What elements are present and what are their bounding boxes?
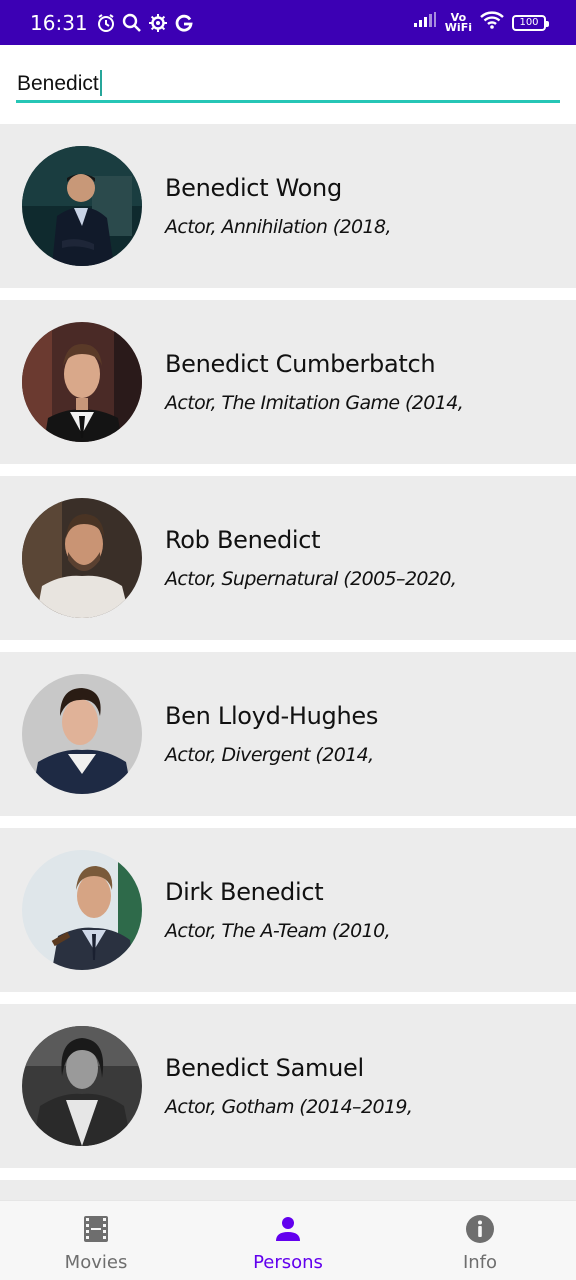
person-avatar bbox=[22, 1026, 142, 1146]
person-card[interactable]: Benedict Samuel Actor, Gotham (2014–2019… bbox=[0, 1004, 576, 1168]
nav-movies-label: Movies bbox=[64, 1252, 128, 1273]
status-bar: 16:31 Vo WiFi 100 bbox=[0, 0, 576, 45]
person-role: Actor, Annihilation (2018, bbox=[165, 216, 392, 238]
person-card[interactable]: Benedict Wong Actor, Annihilation (2018, bbox=[0, 124, 576, 288]
person-role: Actor, The A-Team (2010, bbox=[165, 920, 391, 942]
search-input-value: Benedict bbox=[17, 72, 99, 95]
status-time: 16:31 bbox=[30, 10, 88, 35]
status-bar-right: Vo WiFi 100 bbox=[413, 10, 549, 34]
nav-persons-label: Persons bbox=[253, 1252, 323, 1273]
status-bar-left: 16:31 bbox=[30, 11, 194, 35]
nav-persons[interactable]: Persons bbox=[192, 1201, 384, 1280]
vowifi-label: Vo WiFi bbox=[444, 10, 472, 34]
person-card[interactable]: Benedict Cumberbatch Actor, The Imitatio… bbox=[0, 300, 576, 464]
bottom-navigation: Movies Persons Info bbox=[0, 1200, 576, 1280]
persons-list[interactable]: Benedict Wong Actor, Annihilation (2018,… bbox=[0, 124, 576, 1200]
person-name: Benedict Wong bbox=[165, 174, 342, 202]
person-name: Dirk Benedict bbox=[165, 878, 324, 906]
person-card-partial[interactable] bbox=[0, 1180, 576, 1200]
person-role: Actor, Supernatural (2005–2020, bbox=[165, 568, 457, 590]
nav-movies[interactable]: Movies bbox=[0, 1201, 192, 1280]
google-icon bbox=[174, 13, 194, 33]
person-name: Rob Benedict bbox=[165, 526, 321, 554]
wifi-icon bbox=[480, 11, 504, 34]
person-name: Benedict Samuel bbox=[165, 1054, 364, 1082]
person-card[interactable]: Dirk Benedict Actor, The A-Team (2010, bbox=[0, 828, 576, 992]
person-card[interactable]: Rob Benedict Actor, Supernatural (2005–2… bbox=[0, 476, 576, 640]
settings-icon bbox=[148, 13, 168, 33]
text-caret bbox=[99, 70, 102, 96]
info-icon bbox=[465, 1214, 495, 1244]
battery-icon: 100 bbox=[512, 14, 549, 31]
person-name: Benedict Cumberbatch bbox=[165, 350, 436, 378]
person-avatar bbox=[22, 498, 142, 618]
search-bar: Benedict bbox=[0, 45, 576, 124]
person-avatar bbox=[22, 674, 142, 794]
search-icon bbox=[122, 13, 142, 33]
person-role: Actor, Divergent (2014, bbox=[165, 744, 374, 766]
person-role: Actor, Gotham (2014–2019, bbox=[165, 1096, 413, 1118]
signal-icon bbox=[413, 12, 437, 33]
search-input[interactable]: Benedict bbox=[16, 63, 560, 103]
person-card[interactable]: Ben Lloyd-Hughes Actor, Divergent (2014, bbox=[0, 652, 576, 816]
person-avatar bbox=[22, 322, 142, 442]
nav-info-label: Info bbox=[462, 1252, 498, 1273]
film-icon bbox=[81, 1214, 111, 1244]
alarm-icon bbox=[96, 13, 116, 33]
nav-info[interactable]: Info bbox=[384, 1201, 576, 1280]
person-icon bbox=[273, 1214, 303, 1244]
person-role: Actor, The Imitation Game (2014, bbox=[165, 392, 464, 414]
person-name: Ben Lloyd-Hughes bbox=[165, 702, 379, 730]
person-avatar bbox=[22, 146, 142, 266]
person-avatar bbox=[22, 850, 142, 970]
